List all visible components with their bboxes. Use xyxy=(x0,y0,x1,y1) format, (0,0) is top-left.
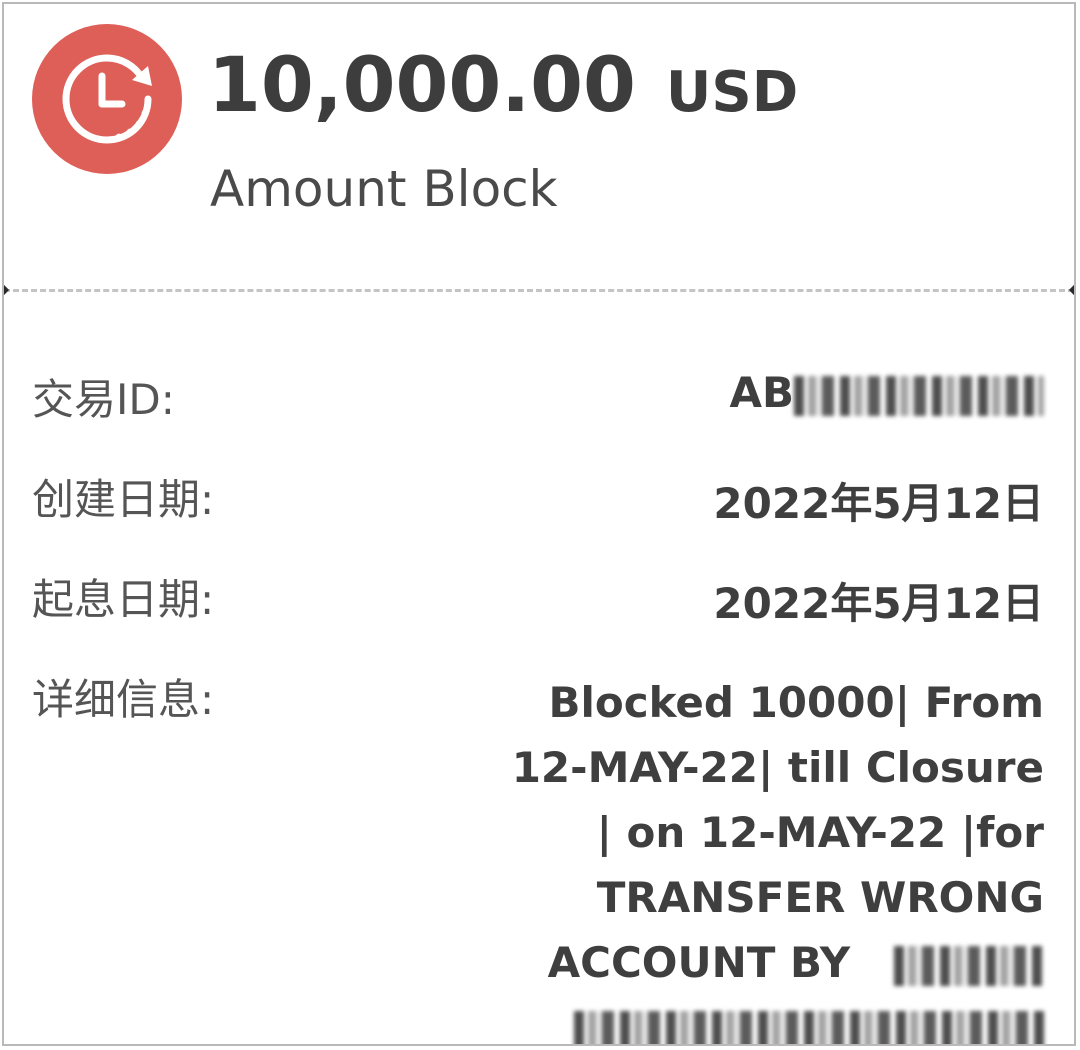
redacted-block xyxy=(574,1010,1044,1044)
details-line-redacted xyxy=(404,995,1044,1044)
clock-rotate-icon-graphic xyxy=(62,54,152,144)
transaction-id-visible: AB xyxy=(729,368,794,417)
value-date-value: 2022年5月12日 xyxy=(713,579,1044,628)
amount-currency: USD xyxy=(665,60,799,125)
details-line-with-redaction: ACCOUNT BY xyxy=(404,930,1044,995)
card-header: 10,000.00 USD Amount Block xyxy=(4,4,1074,292)
details-line: TRANSFER WRONG xyxy=(596,873,1044,922)
value-date-label: 起息日期: xyxy=(32,575,215,624)
amount-value: 10,000.00 xyxy=(208,40,636,129)
created-date-label: 创建日期: xyxy=(32,475,215,524)
details-line-text: ACCOUNT BY xyxy=(547,938,851,987)
details-label: 详细信息: xyxy=(32,675,215,724)
details-line: | on 12-MAY-22 |for xyxy=(596,808,1044,857)
redacted-block xyxy=(894,945,1044,986)
details-line: Blocked 10000| From xyxy=(548,678,1044,727)
clock-rotate-icon xyxy=(32,24,182,174)
created-date-value: 2022年5月12日 xyxy=(713,479,1044,528)
transaction-id-label: 交易ID: xyxy=(32,375,175,424)
redacted-block xyxy=(794,375,1044,416)
transaction-card: 10,000.00 USD Amount Block 交易ID: AB 创建日期… xyxy=(2,2,1076,1046)
dashed-divider xyxy=(4,289,1074,292)
amount-row: 10,000.00 USD xyxy=(208,40,798,129)
amount-type-label: Amount Block xyxy=(210,160,558,218)
transaction-id-value: AB xyxy=(729,368,1044,417)
details-line: 12-MAY-22| till Closure xyxy=(511,743,1044,792)
details-value: Blocked 10000| From 12-MAY-22| till Clos… xyxy=(404,670,1044,1044)
